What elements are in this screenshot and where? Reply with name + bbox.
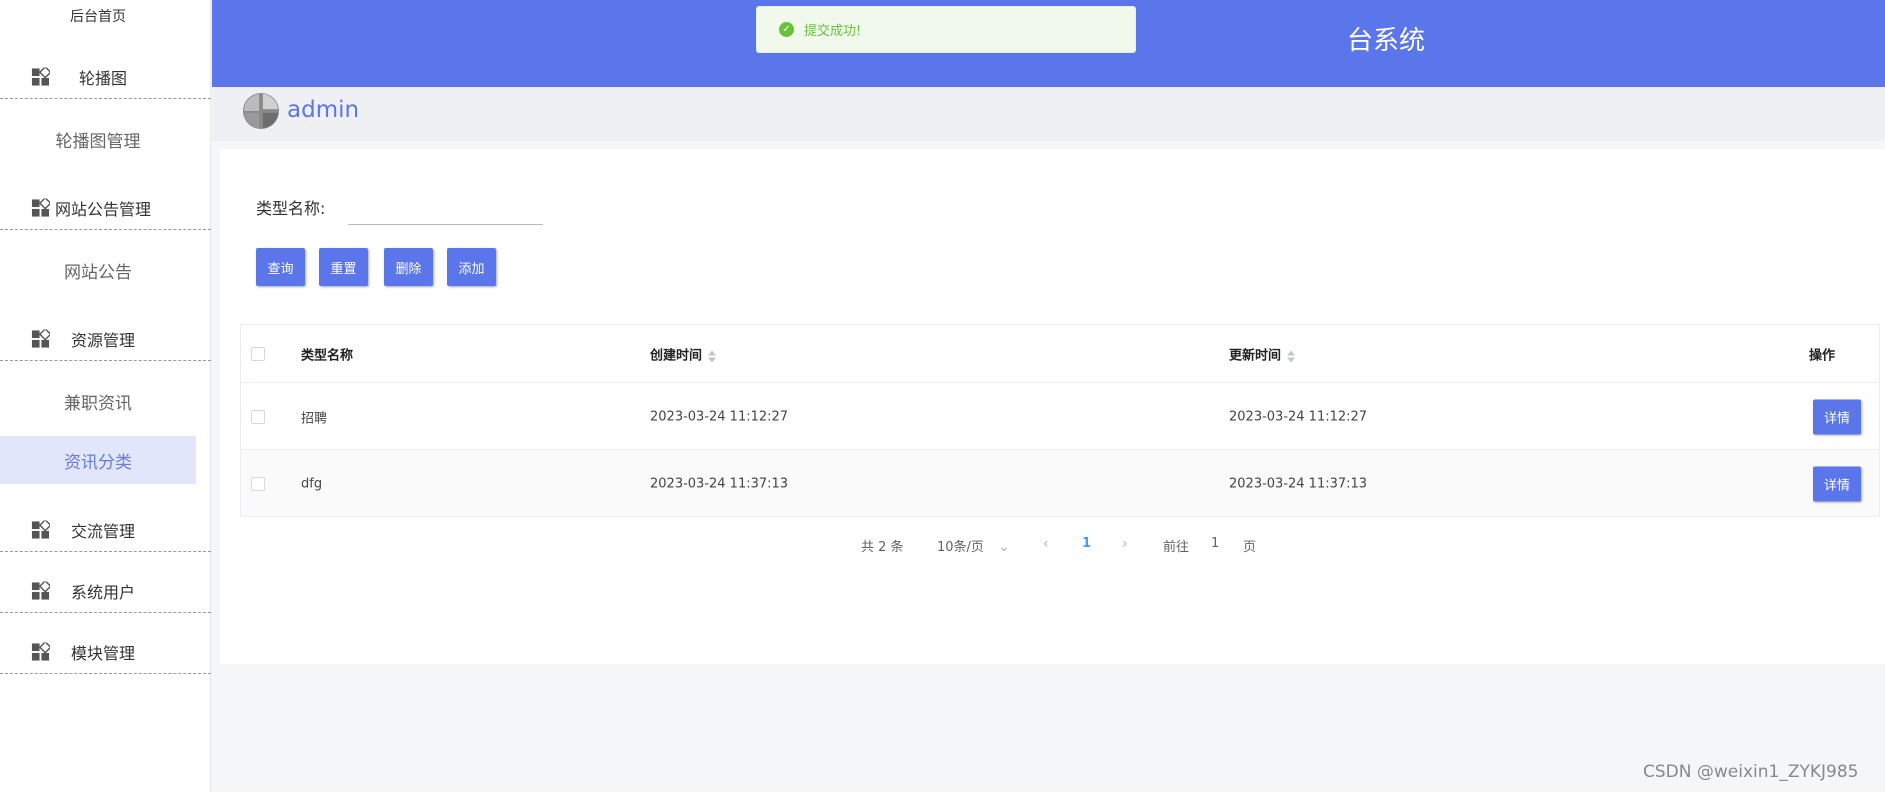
sidebar-group-label: 网站公告管理 (54, 199, 151, 219)
detail-button[interactable]: 详情 (1813, 466, 1861, 501)
check-circle-icon: ✓ (779, 22, 794, 37)
cell-updated-time: 2023-03-24 11:37:13 (1229, 476, 1368, 491)
detail-button[interactable]: 详情 (1813, 399, 1861, 434)
sidebar: 后台首页 轮播图 轮播图管理 网站公告管理 网站公告 资源管理 兼职资讯 资讯分… (0, 0, 211, 792)
type-name-input[interactable] (348, 189, 543, 225)
grid-icon (31, 642, 50, 661)
sidebar-group-label: 系统用户 (70, 582, 135, 602)
page-suffix: 页 (1243, 540, 1257, 555)
sidebar-group-notice[interactable]: 网站公告管理 (0, 186, 211, 230)
sort-icon[interactable] (708, 350, 717, 362)
table-header-row: 类型名称 创建时间 更新时间 操作 (241, 325, 1879, 383)
data-table: 类型名称 创建时间 更新时间 操作 招聘 2023-03-24 11:12:27… (240, 324, 1880, 517)
select-all-checkbox[interactable] (251, 347, 265, 361)
cell-created-time: 2023-03-24 11:37:13 (650, 476, 789, 491)
sidebar-group-system-users[interactable]: 系统用户 (0, 569, 211, 613)
sidebar-home-link[interactable]: 后台首页 (0, 6, 196, 26)
sidebar-group-modules[interactable]: 模块管理 (0, 630, 211, 674)
column-header-actions: 操作 (1809, 348, 1836, 364)
query-button[interactable]: 查询 (256, 248, 305, 286)
admin-bar: admin (212, 87, 1885, 141)
grid-icon (31, 520, 50, 539)
sidebar-group-label: 模块管理 (70, 643, 135, 663)
grid-icon (31, 581, 50, 600)
page-size-value: 10条/页 (937, 540, 984, 555)
add-button[interactable]: 添加 (447, 248, 496, 286)
sidebar-item-news-category[interactable]: 资讯分类 (0, 436, 196, 484)
prev-page-icon[interactable]: ‹ (1043, 536, 1049, 552)
reset-button[interactable]: 重置 (319, 248, 368, 286)
row-checkbox[interactable] (251, 476, 265, 491)
sidebar-group-label: 资源管理 (70, 330, 135, 350)
watermark: CSDN @weixin1_ZYKJ985 (1643, 762, 1859, 782)
sidebar-item-news[interactable]: 兼职资讯 (0, 377, 196, 425)
sidebar-group-carousel[interactable]: 轮播图 (0, 55, 211, 99)
row-checkbox[interactable] (251, 409, 265, 424)
cell-created-time: 2023-03-24 11:12:27 (650, 409, 789, 424)
column-header-created[interactable]: 创建时间 (650, 345, 717, 364)
table-row: dfg 2023-03-24 11:37:13 2023-03-24 11:37… (241, 450, 1879, 517)
next-page-icon[interactable]: › (1122, 536, 1128, 552)
sidebar-group-label: 轮播图 (78, 68, 127, 88)
column-header-name: 类型名称 (301, 348, 354, 364)
chevron-down-icon: ⌄ (997, 539, 1010, 555)
sidebar-group-label: 交流管理 (70, 521, 135, 541)
delete-button[interactable]: 删除 (384, 248, 433, 286)
goto-page-input[interactable]: 1 (1211, 536, 1219, 551)
page-size-select[interactable]: 10条/页 ⌄ (937, 536, 1010, 555)
cell-type-name: dfg (301, 476, 323, 491)
grid-icon (31, 329, 50, 348)
pagination-total: 共 2 条 (861, 540, 904, 555)
main-panel: 类型名称: 查询 重置 删除 添加 类型名称 创建时间 更新时间 操作 招聘 2… (220, 149, 1885, 664)
success-toast: ✓ 提交成功! (756, 6, 1136, 53)
avatar[interactable] (242, 92, 280, 130)
grid-icon (31, 198, 50, 217)
cell-type-name: 招聘 (301, 411, 328, 426)
system-title: 台系统 (1347, 26, 1426, 56)
goto-label: 前往 (1163, 540, 1190, 555)
sidebar-item-carousel-manage[interactable]: 轮播图管理 (0, 115, 196, 163)
grid-icon (31, 67, 50, 86)
current-page[interactable]: 1 (1082, 536, 1091, 551)
admin-username[interactable]: admin (287, 97, 359, 123)
column-header-updated[interactable]: 更新时间 (1229, 345, 1296, 364)
filter-label: 类型名称: (256, 199, 326, 218)
sidebar-item-notice[interactable]: 网站公告 (0, 246, 196, 294)
cell-updated-time: 2023-03-24 11:12:27 (1229, 409, 1368, 424)
table-row: 招聘 2023-03-24 11:12:27 2023-03-24 11:12:… (241, 383, 1879, 450)
toast-message: 提交成功! (804, 24, 862, 39)
sidebar-group-resources[interactable]: 资源管理 (0, 317, 211, 361)
sort-icon[interactable] (1287, 350, 1296, 362)
column-header-updated-label: 更新时间 (1229, 348, 1282, 364)
sidebar-group-exchange[interactable]: 交流管理 (0, 508, 211, 552)
column-header-created-label: 创建时间 (650, 348, 703, 364)
